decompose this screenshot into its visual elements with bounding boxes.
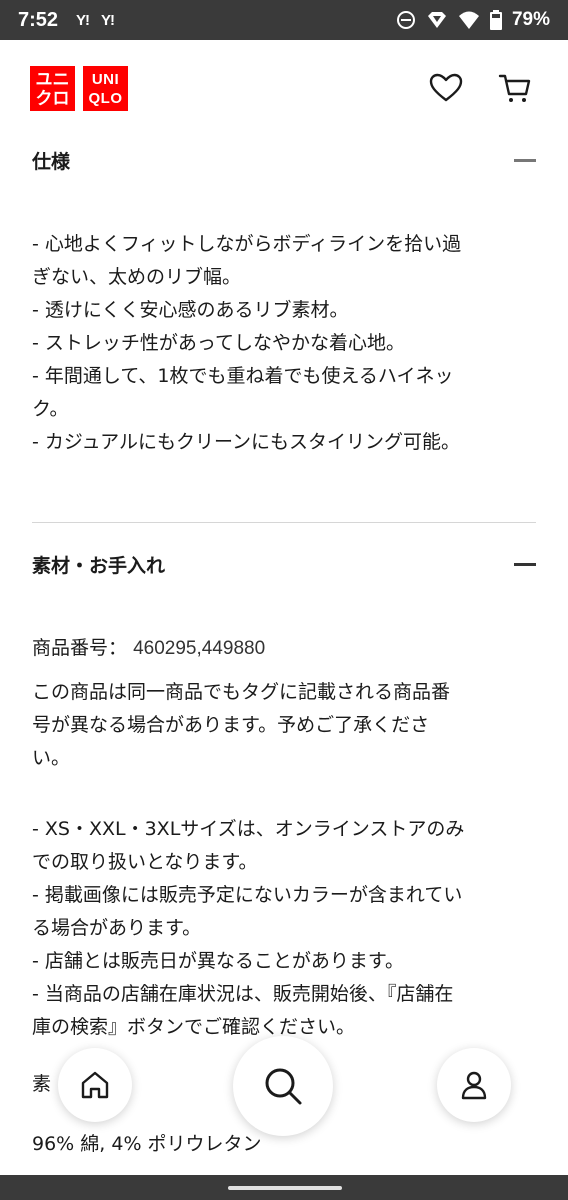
note-line: い。 bbox=[32, 747, 71, 769]
yahoo-notification-icon-2: Y! bbox=[101, 11, 115, 29]
spec-line: ク。 bbox=[32, 398, 69, 420]
section-divider bbox=[32, 522, 536, 523]
product-number-label: 商品番号： bbox=[32, 637, 128, 659]
home-icon bbox=[81, 1071, 109, 1099]
spec-section-title: 仕様 bbox=[32, 150, 71, 173]
home-gesture-handle[interactable] bbox=[228, 1186, 342, 1190]
yahoo-notification-icon: Y! bbox=[76, 11, 90, 29]
collapse-icon[interactable] bbox=[514, 562, 536, 566]
account-button[interactable] bbox=[437, 1048, 511, 1122]
app-header: ユニ クロ UNI QLO bbox=[0, 40, 568, 138]
note-line: る場合があります。 bbox=[32, 917, 202, 939]
spec-line: - 心地よくフィットしながらボディラインを拾い過 bbox=[32, 233, 462, 255]
note-line: - XS・XXL・3XLサイズは、オンラインストアのみ bbox=[32, 818, 465, 840]
logo-katakana: ユニ クロ bbox=[30, 66, 75, 111]
wifi-icon bbox=[458, 11, 479, 29]
note-line: - 当商品の店舗在庫状況は、販売開始後、『店舗在 bbox=[32, 983, 454, 1005]
note-line: この商品は同一商品でもタグに記載される商品番 bbox=[32, 681, 451, 703]
spec-description: - 心地よくフィットしながらボディラインを拾い過 ぎない、太めのリブ幅。 - 透… bbox=[32, 228, 542, 459]
material-section-title: 素材・お手入れ bbox=[32, 554, 166, 577]
battery-percent: 79% bbox=[511, 9, 550, 30]
note-line: - 掲載画像には販売予定にないカラーが含まれてい bbox=[32, 884, 463, 906]
status-time: 7:52 bbox=[18, 8, 59, 31]
spec-section-header[interactable]: 仕様 bbox=[32, 138, 536, 182]
status-bar: 7:52 Y! Y! 79% bbox=[0, 0, 568, 40]
collapse-icon[interactable] bbox=[514, 158, 536, 162]
search-button[interactable] bbox=[233, 1036, 333, 1136]
spec-line: - ストレッチ性があってしなやかな着心地。 bbox=[32, 332, 405, 354]
spec-line: - 透けにくく安心感のあるリブ素材。 bbox=[32, 299, 349, 321]
note-line: での取り扱いとなります。 bbox=[32, 851, 258, 873]
spec-line: - カジュアルにもクリーンにもスタイリング可能。 bbox=[32, 431, 461, 453]
search-icon bbox=[265, 1068, 302, 1105]
material-section-header[interactable]: 素材・お手入れ bbox=[32, 542, 536, 586]
spec-line: - 年間通して、1枚でも重ね着でも使えるハイネッ bbox=[32, 365, 454, 387]
product-number-row: 商品番号： 460295,449880 bbox=[32, 632, 542, 665]
spec-line: ぎない、太めのリブ幅。 bbox=[32, 266, 242, 288]
logo-latin: UNI QLO bbox=[83, 66, 128, 111]
battery-icon bbox=[489, 10, 502, 30]
note-line: - 店舗とは販売日が異なることがあります。 bbox=[32, 950, 404, 972]
product-number-value: 460295,449880 bbox=[133, 638, 266, 659]
cart-icon[interactable] bbox=[497, 70, 533, 106]
note-line: 号が異なる場合があります。予めご了承くださ bbox=[32, 714, 430, 736]
heart-icon[interactable] bbox=[428, 70, 464, 106]
system-navigation-bar bbox=[0, 1175, 568, 1200]
material-notes: - XS・XXL・3XLサイズは、オンラインストアのみ での取り扱いとなります。… bbox=[32, 813, 542, 1044]
data-saver-icon bbox=[427, 12, 446, 28]
do-not-disturb-icon bbox=[396, 11, 415, 29]
uniqlo-logo[interactable]: ユニ クロ UNI QLO bbox=[30, 66, 128, 111]
user-icon bbox=[461, 1071, 487, 1100]
product-number-note: この商品は同一商品でもタグに記載される商品番 号が異なる場合があります。予めご了… bbox=[32, 676, 542, 775]
home-button[interactable] bbox=[58, 1048, 132, 1122]
